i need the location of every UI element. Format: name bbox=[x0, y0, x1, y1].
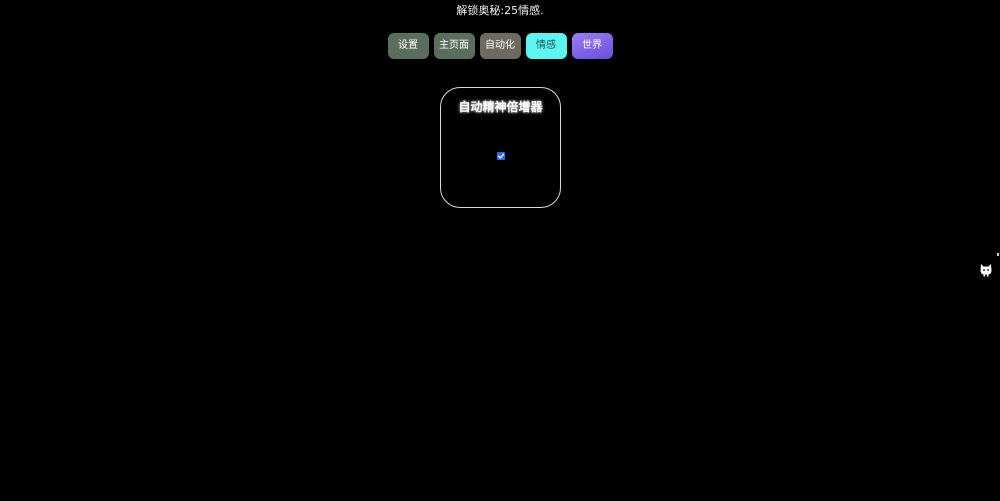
side-indicator bbox=[997, 253, 999, 256]
checkmark-icon bbox=[497, 153, 505, 159]
tab-automation[interactable]: 自动化 bbox=[479, 33, 521, 59]
auto-spirit-multiplier-card: 自动精神倍增器 bbox=[440, 87, 561, 208]
unlock-hint: 解锁奥秘:25情感. bbox=[456, 4, 544, 17]
page: 解锁奥秘:25情感. 设置 主页面 自动化 情感 世界 自动精神倍增器 bbox=[0, 0, 1000, 501]
auto-toggle-checkbox[interactable] bbox=[497, 152, 505, 160]
cat-icon[interactable] bbox=[979, 261, 993, 277]
tab-world[interactable]: 世界 bbox=[571, 33, 613, 59]
tab-settings[interactable]: 设置 bbox=[387, 33, 429, 59]
tab-bar: 设置 主页面 自动化 情感 世界 bbox=[0, 33, 1000, 59]
card-title: 自动精神倍增器 bbox=[458, 100, 543, 114]
tab-home[interactable]: 主页面 bbox=[433, 33, 475, 59]
tab-emotion[interactable]: 情感 bbox=[525, 33, 567, 59]
